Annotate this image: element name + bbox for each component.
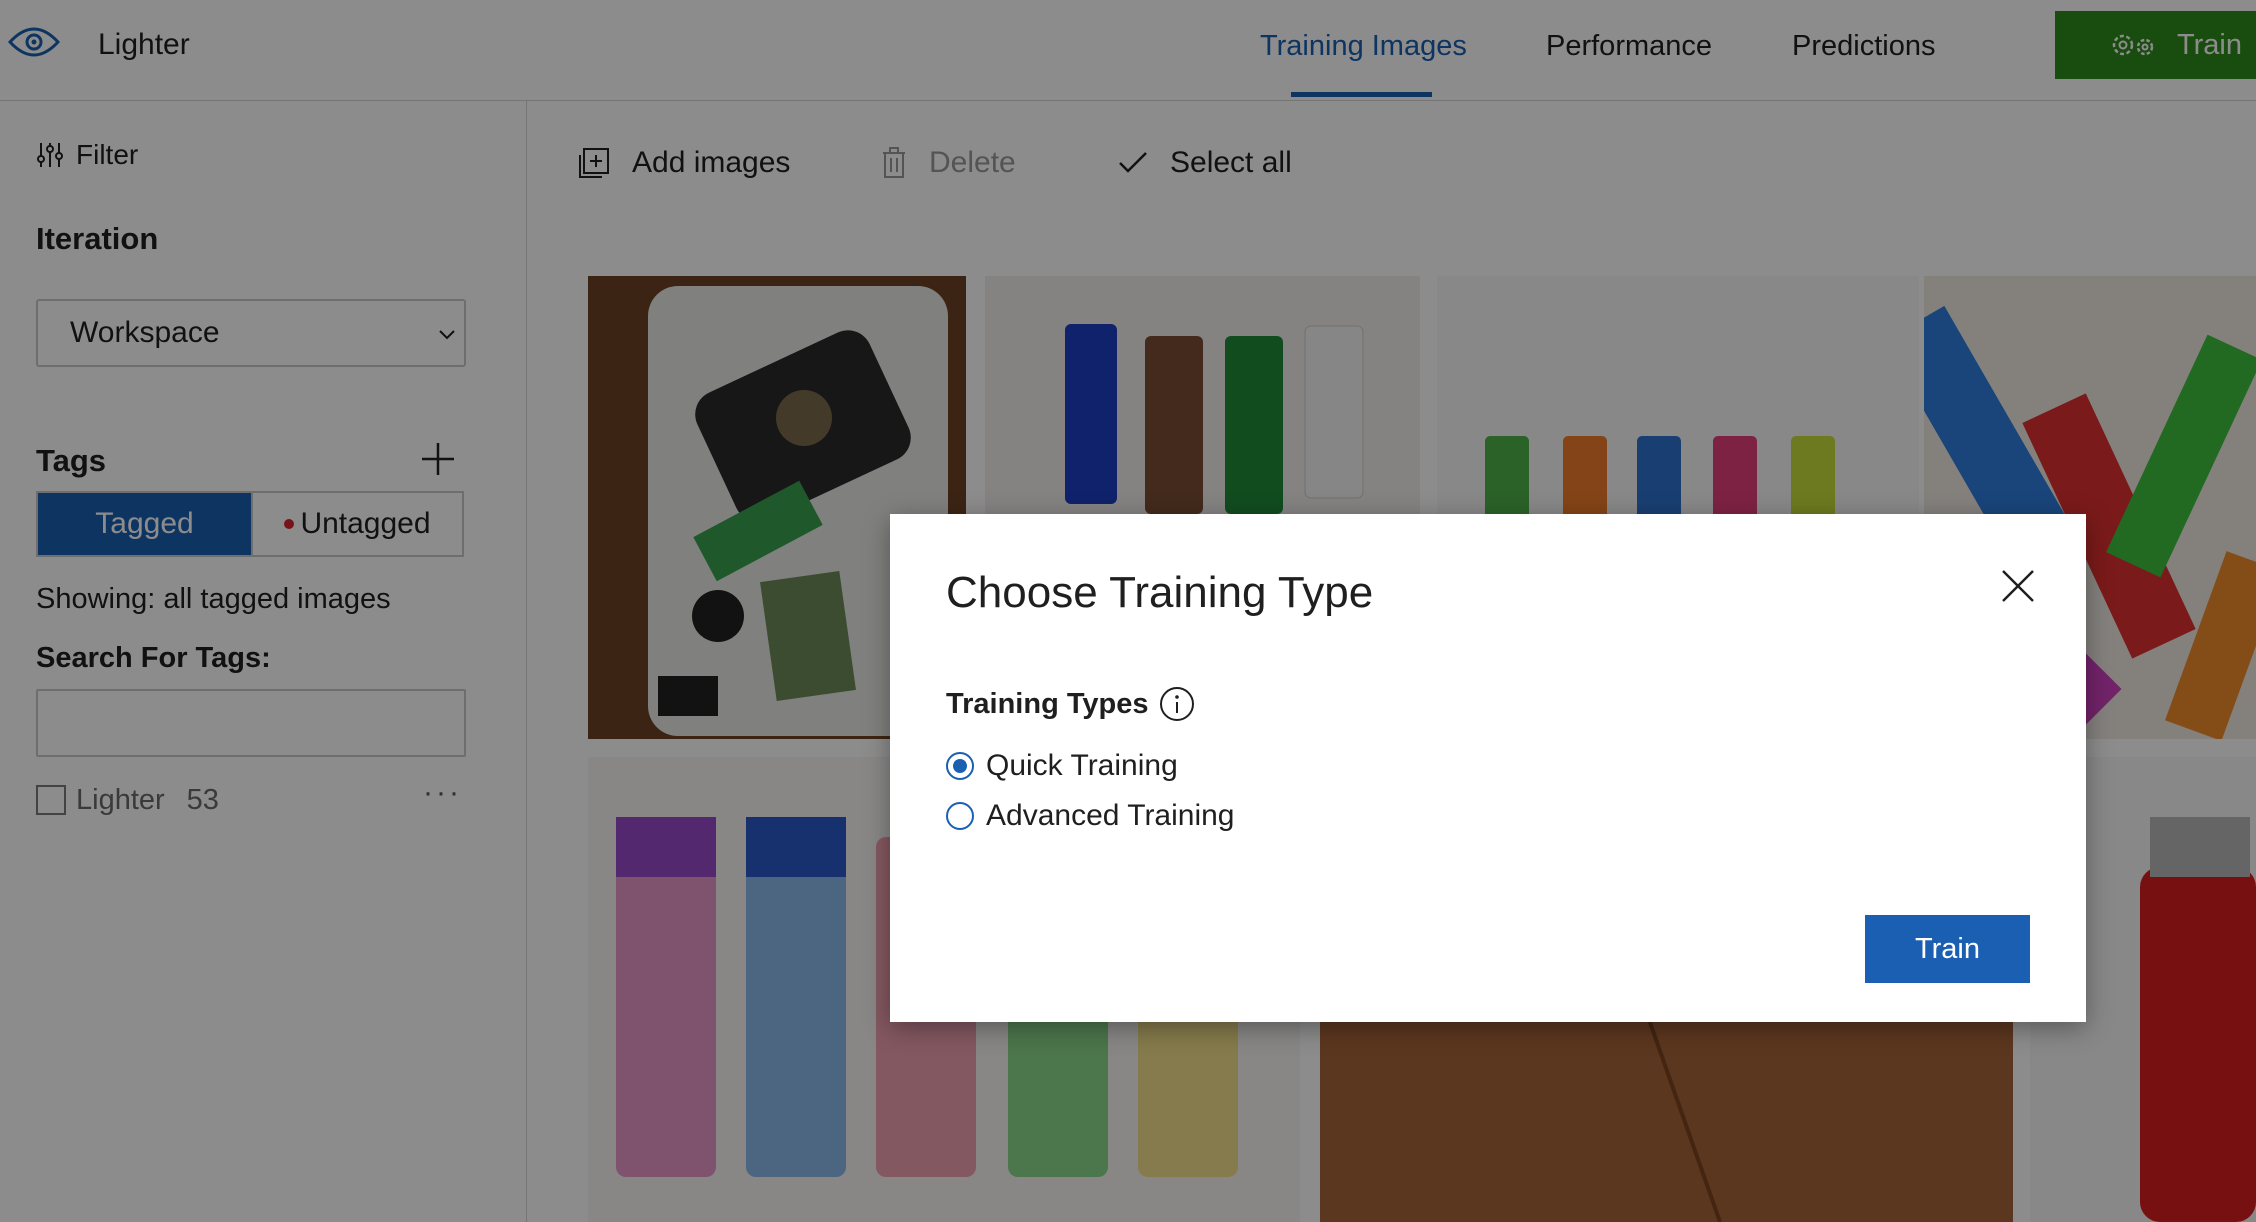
quick-training-label: Quick Training (986, 749, 1178, 782)
info-icon[interactable] (1159, 686, 1195, 722)
dialog-title: Choose Training Type (946, 568, 1374, 617)
training-types-label: Training Types (946, 686, 1195, 722)
radio-button-checked[interactable] (946, 752, 974, 780)
choose-training-type-dialog: Choose Training Type Training Types Quic… (890, 514, 2086, 1022)
training-types-text: Training Types (946, 687, 1149, 720)
radio-quick-training[interactable]: Quick Training (946, 749, 1178, 783)
radio-advanced-training[interactable]: Advanced Training (946, 799, 1235, 833)
close-icon[interactable] (2000, 568, 2036, 604)
train-button[interactable]: Train (1865, 915, 2030, 983)
advanced-training-label: Advanced Training (986, 799, 1235, 832)
radio-button-unchecked[interactable] (946, 802, 974, 830)
